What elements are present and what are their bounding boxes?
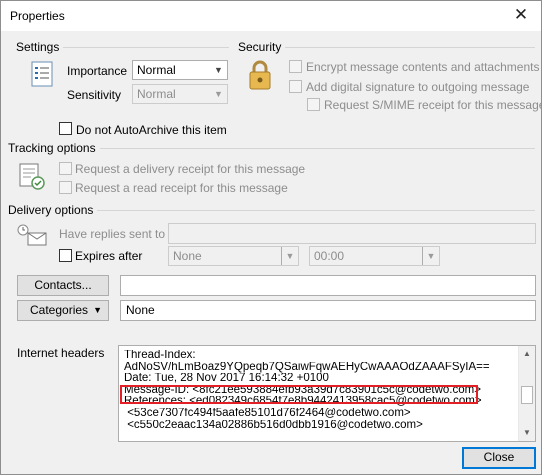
header-line: <53ce7307fc494f5aafe85101d76f2464@codetw… <box>124 407 411 419</box>
delivery-heading: Delivery options <box>8 203 98 217</box>
lock-icon <box>249 60 271 90</box>
settings-divider <box>61 47 229 48</box>
header-line: Date: Tue, 28 Nov 2017 16:14:32 +0100 <box>124 373 329 385</box>
scroll-down-icon[interactable]: ▼ <box>519 425 535 441</box>
security-heading: Security <box>238 40 286 54</box>
read-receipt-label: Request a read receipt for this message <box>75 181 288 195</box>
delivery-receipt-label: Request a delivery receipt for this mess… <box>75 162 306 176</box>
tracking-icon <box>19 163 45 190</box>
importance-select[interactable]: Normal ▼ <box>132 60 228 80</box>
digital-signature-label: Add digital signature to outgoing messag… <box>306 80 530 94</box>
sensitivity-select: Normal ▼ <box>132 84 228 104</box>
autoarchive-checkbox[interactable] <box>59 122 72 135</box>
contacts-input[interactable] <box>120 275 536 296</box>
chevron-down-icon: ▼ <box>93 305 102 315</box>
chevron-down-icon: ▼ <box>214 89 223 99</box>
replies-sent-to-label: Have replies sent to <box>59 227 166 241</box>
categories-button[interactable]: Categories ▼ <box>17 300 109 321</box>
internet-headers-label: Internet headers <box>17 346 105 360</box>
smime-receipt-checkbox[interactable] <box>307 98 320 111</box>
chevron-down-icon: ▼ <box>281 247 298 265</box>
dialog-title: Properties <box>10 9 65 23</box>
autoarchive-label: Do not AutoArchive this item <box>76 123 227 137</box>
digital-signature-checkbox[interactable] <box>289 80 302 93</box>
expires-after-label: Expires after <box>75 249 143 263</box>
importance-value: Normal <box>137 63 176 77</box>
delivery-receipt-checkbox[interactable] <box>59 162 72 175</box>
smime-receipt-label: Request S/MIME receipt for this message <box>324 98 542 112</box>
security-divider <box>283 47 535 48</box>
sensitivity-label: Sensitivity <box>67 88 122 102</box>
close-icon[interactable]: ✕ <box>511 5 531 25</box>
tracking-heading: Tracking options <box>8 141 100 155</box>
expires-time-value: 00:00 <box>314 249 345 263</box>
chevron-down-icon: ▼ <box>214 65 223 75</box>
expires-date-picker[interactable]: None ▼ <box>168 246 299 266</box>
expires-after-checkbox[interactable] <box>59 249 72 262</box>
scroll-up-icon[interactable]: ▲ <box>519 346 535 362</box>
delivery-icon <box>17 224 47 246</box>
sensitivity-value: Normal <box>137 87 176 101</box>
contacts-button[interactable]: Contacts... <box>17 275 109 296</box>
close-button[interactable]: Close <box>462 447 536 469</box>
properties-dialog: Properties ✕ Settings Importance Normal … <box>0 0 542 475</box>
header-line: Thread-Index: <box>124 350 196 361</box>
scroll-thumb[interactable] <box>521 386 533 404</box>
tracking-divider <box>98 148 535 149</box>
expires-date-value: None <box>173 249 202 263</box>
expires-time-picker[interactable]: 00:00 ▼ <box>309 246 440 266</box>
settings-heading: Settings <box>16 40 64 54</box>
read-receipt-checkbox[interactable] <box>59 181 72 194</box>
encrypt-checkbox[interactable] <box>289 60 302 73</box>
title-bar: Properties ✕ <box>1 1 541 31</box>
headers-scrollbar[interactable]: ▲ ▼ <box>518 346 535 441</box>
importance-label: Importance <box>67 64 128 78</box>
header-line: <c550c2eaac134a02886b516d0dbb1916@codetw… <box>124 419 423 431</box>
replies-sent-to-input[interactable] <box>168 223 536 244</box>
header-line: AdNoSV/hLmBoaz9YQpeqb7QSaiwFqwAEHyCwAAAO… <box>124 361 490 373</box>
categories-button-label: Categories <box>30 303 89 317</box>
delivery-divider <box>96 210 535 211</box>
chevron-down-icon: ▼ <box>422 247 439 265</box>
message-id-highlight <box>120 385 478 404</box>
categories-input[interactable]: None <box>120 300 536 321</box>
encrypt-label: Encrypt message contents and attachments <box>306 60 540 74</box>
properties-list-icon <box>31 61 53 87</box>
